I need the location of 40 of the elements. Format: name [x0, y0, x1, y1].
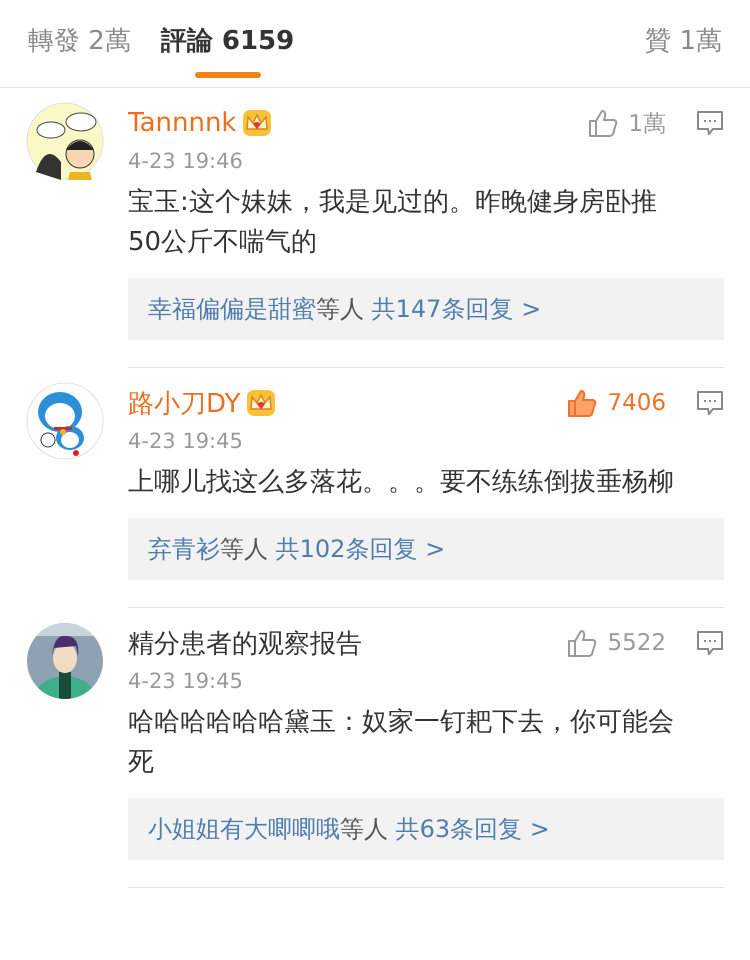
comment-text: 宝玉:这个妹妹，我是见过的。昨晚健身房卧推50公斤不喘气的 — [128, 186, 658, 259]
like-button[interactable]: 5522 — [567, 628, 666, 658]
comment-time: 4-23 19:45 — [128, 428, 244, 455]
comment-text: 上哪儿找这么多落花。。。要不练练倒拔垂杨柳 — [128, 466, 675, 499]
reply-count-link[interactable]: 共102条回复 > — [268, 533, 446, 565]
replies-box[interactable]: 小姐姐有大唧唧哦等人 共63条回复 > — [128, 798, 724, 860]
thumbs-up-icon — [588, 108, 618, 138]
comment-time: 4-23 19:46 — [128, 148, 244, 175]
crown-icon — [242, 109, 272, 137]
tab[interactable]: 評論 6159 — [160, 0, 294, 80]
avatar[interactable] — [26, 102, 104, 180]
tab-underline — [194, 72, 261, 78]
comment-text: 哈哈哈哈哈哈黛玉：奴家一钉耙下去，你可能会死 — [128, 706, 675, 779]
like-button[interactable]: 1萬 — [588, 108, 666, 138]
like-button[interactable]: 7406 — [567, 388, 666, 418]
comment-icon — [696, 629, 724, 657]
username[interactable]: 精分患者的观察报告 — [128, 626, 362, 660]
username[interactable]: Tannnnk — [128, 108, 236, 138]
comment-button[interactable] — [696, 629, 724, 657]
reply-users-link[interactable]: 小姐姐有大唧唧哦 — [148, 813, 340, 845]
thumbs-up-icon — [567, 388, 598, 418]
crown-icon — [246, 389, 276, 417]
replies-box[interactable]: 幸福偏偏是甜蜜等人 共147条回复 > — [128, 278, 724, 340]
reply-users-link[interactable]: 弃青衫 — [148, 533, 220, 565]
reply-count-link[interactable]: 共63条回复 > — [388, 813, 550, 845]
comment-time: 4-23 19:45 — [128, 668, 244, 695]
username[interactable]: 路小刀DY — [128, 386, 240, 420]
thumbs-up-icon — [567, 628, 598, 658]
reply-suffix: 等人 — [316, 294, 364, 325]
reply-users-link[interactable]: 幸福偏偏是甜蜜 — [148, 293, 316, 325]
comment-button[interactable] — [696, 389, 724, 417]
reply-suffix: 等人 — [340, 814, 388, 845]
comment-icon — [696, 389, 724, 417]
reply-count-link[interactable]: 共147条回复 > — [364, 293, 542, 325]
comment-button[interactable] — [696, 109, 724, 137]
replies-box[interactable]: 弃青衫等人 共102条回复 > — [128, 518, 724, 580]
like-tab[interactable]: 贊 1萬 — [645, 0, 722, 80]
reply-suffix: 等人 — [220, 534, 268, 565]
comment-icon — [696, 109, 724, 137]
tab[interactable]: 轉發 2萬 — [28, 0, 131, 80]
